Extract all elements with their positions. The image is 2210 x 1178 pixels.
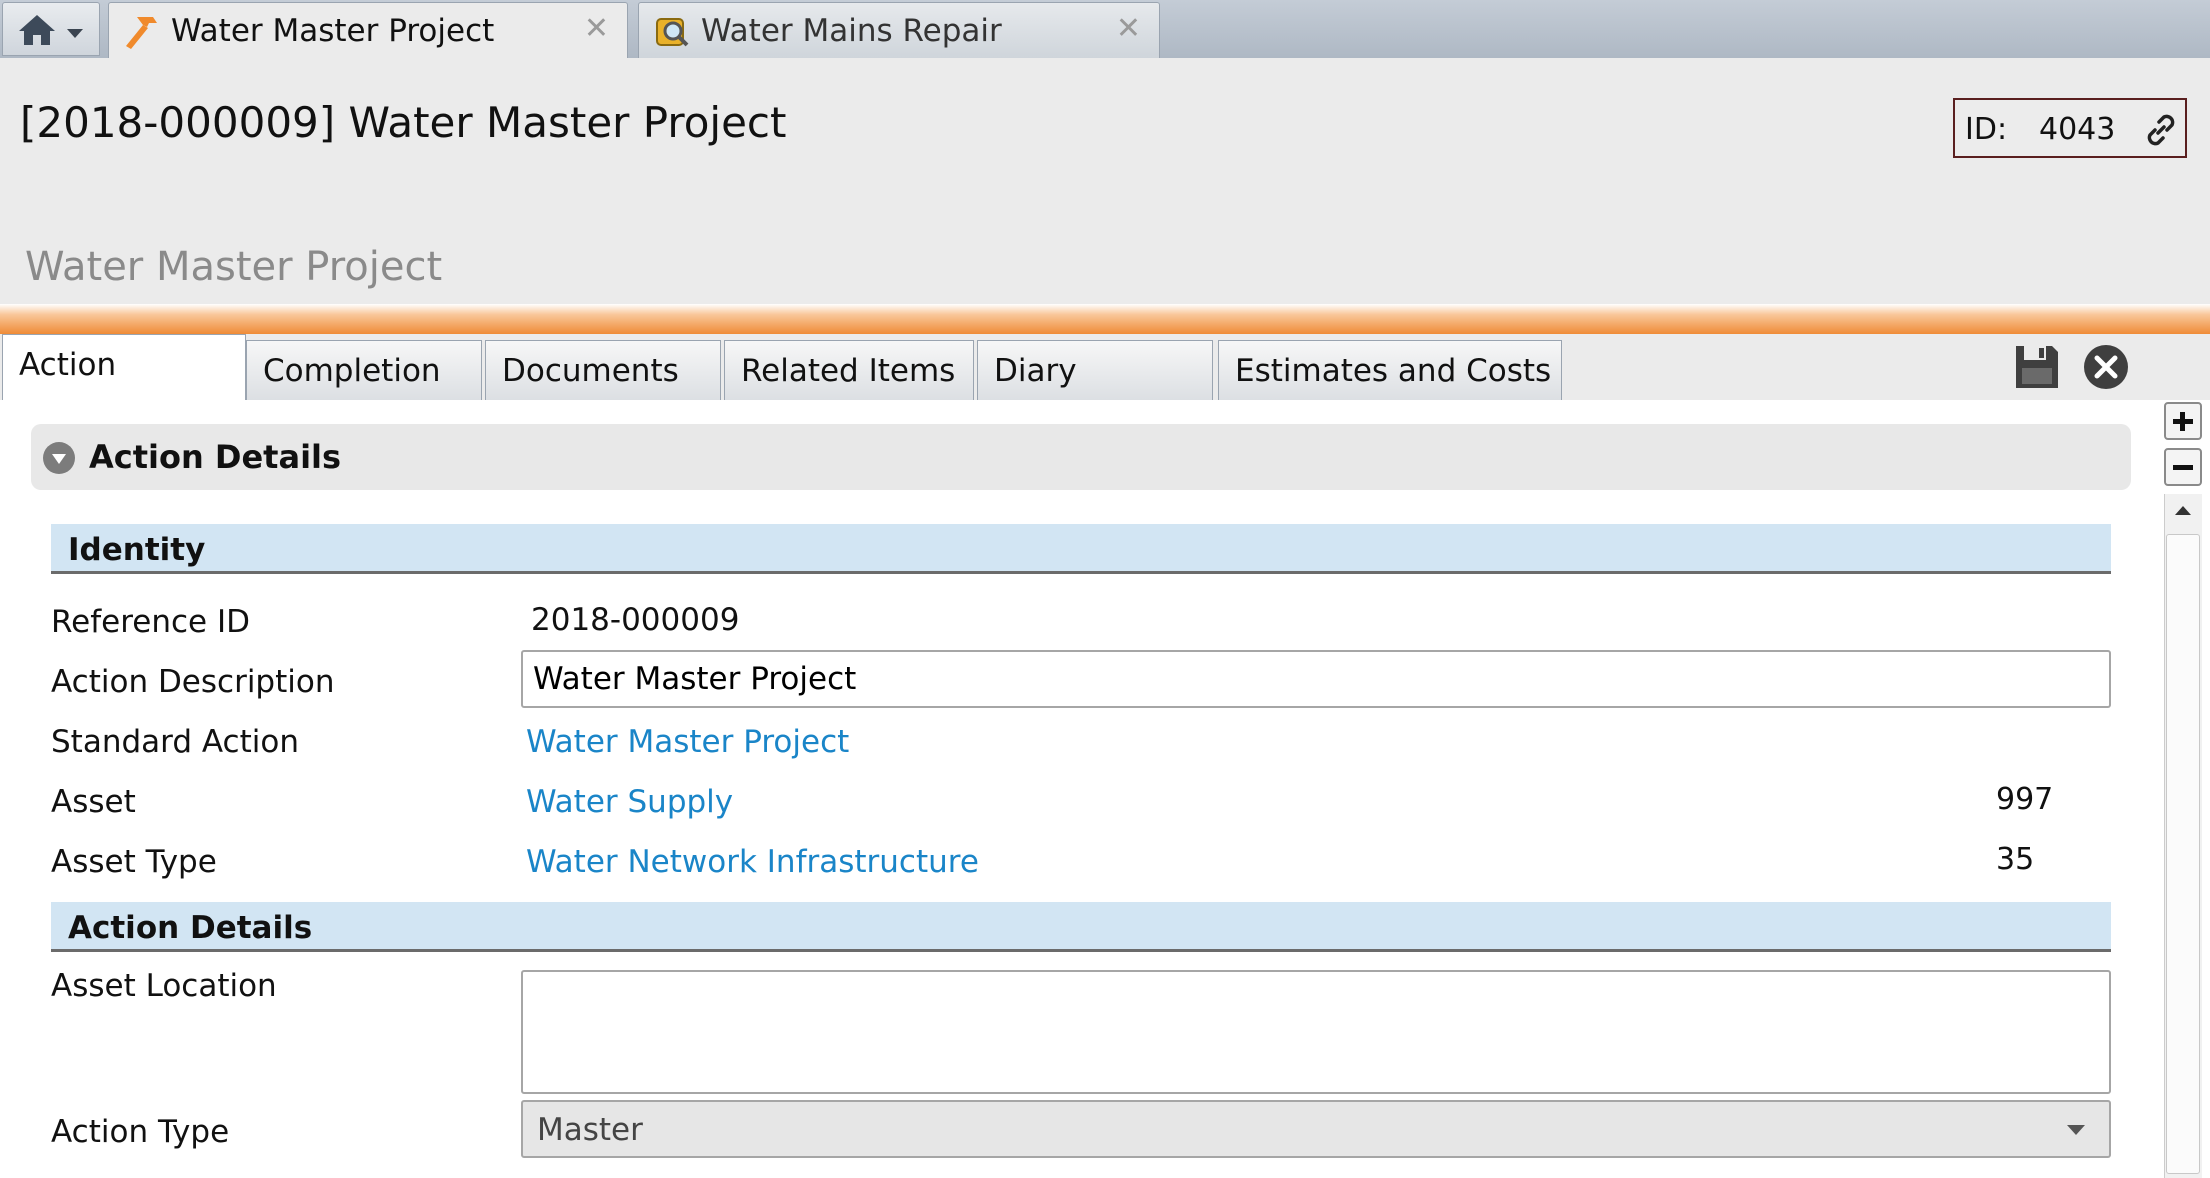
record-header: [2018-000009] Water Master Project ID: 4… <box>0 58 2210 304</box>
page-title: [2018-000009] Water Master Project <box>20 98 787 147</box>
tab-label: Water Master Project <box>171 13 495 49</box>
record-id-box: ID: 4043 <box>1953 98 2187 158</box>
inspection-icon <box>656 18 689 47</box>
section-header-action-details[interactable]: Action Details <box>31 424 2131 490</box>
chevron-down-icon <box>67 29 83 38</box>
close-record-icon[interactable] <box>2083 344 2129 390</box>
asset-type-number: 35 <box>1996 842 2035 877</box>
home-icon <box>19 15 55 45</box>
doc-tab-water-mains-repair[interactable]: Water Mains Repair ✕ <box>638 2 1160 58</box>
reference-id-label: Reference ID <box>51 604 250 640</box>
action-description-input[interactable] <box>521 650 2111 708</box>
standard-action-label: Standard Action <box>51 724 299 760</box>
action-type-label: Action Type <box>51 1114 230 1150</box>
reference-id-value: 2018-000009 <box>531 602 740 638</box>
section-title: Action Details <box>89 438 342 476</box>
scrollbar-thumb[interactable] <box>2166 534 2200 1174</box>
id-value: 4043 <box>2039 112 2116 147</box>
tab-related-items[interactable]: Related Items <box>724 340 974 400</box>
tab-documents[interactable]: Documents <box>485 340 721 400</box>
collapse-toggle-icon[interactable] <box>43 442 75 474</box>
close-icon[interactable]: ✕ <box>1116 11 1141 46</box>
save-icon[interactable] <box>2014 344 2060 390</box>
asset-location-label: Asset Location <box>51 968 277 1004</box>
record-subtitle: Water Master Project <box>25 244 443 290</box>
asset-number: 997 <box>1996 782 2054 817</box>
scroll-up-arrow-icon[interactable] <box>2175 506 2191 515</box>
header-accent-bar <box>0 304 2210 334</box>
tab-completion[interactable]: Completion <box>246 340 482 400</box>
tab-action[interactable]: Action <box>2 334 246 402</box>
group-header-action-details: Action Details <box>51 902 2111 952</box>
tab-estimates-and-costs[interactable]: Estimates and Costs <box>1218 340 1562 400</box>
group-header-identity: Identity <box>51 524 2111 574</box>
zoom-in-button[interactable] <box>2164 402 2202 440</box>
hammer-icon <box>126 17 157 49</box>
asset-location-input[interactable] <box>521 970 2111 1094</box>
asset-link[interactable]: Water Supply <box>526 784 733 820</box>
action-type-select[interactable]: Master <box>521 1100 2111 1158</box>
standard-action-link[interactable]: Water Master Project <box>526 724 849 760</box>
link-icon[interactable] <box>2143 112 2179 148</box>
group-title: Identity <box>68 532 206 568</box>
minus-icon <box>2173 465 2193 470</box>
action-type-value: Master <box>537 1112 643 1148</box>
close-icon[interactable]: ✕ <box>584 11 609 46</box>
asset-type-link[interactable]: Water Network Infrastructure <box>526 844 979 880</box>
tab-label: Water Mains Repair <box>701 13 1002 49</box>
dropdown-arrow-icon <box>2067 1125 2085 1135</box>
doc-tab-water-master-project[interactable]: Water Master Project ✕ <box>108 2 628 59</box>
asset-label: Asset <box>51 784 136 820</box>
home-menu-button[interactable] <box>2 2 100 56</box>
group-title: Action Details <box>68 910 313 946</box>
action-description-label: Action Description <box>51 664 335 700</box>
id-label: ID: <box>1965 112 2008 147</box>
document-tab-strip: Water Master Project ✕ Water Mains Repai… <box>0 0 2210 59</box>
asset-type-label: Asset Type <box>51 844 217 880</box>
tab-diary[interactable]: Diary <box>977 340 1213 400</box>
zoom-out-button[interactable] <box>2164 448 2202 486</box>
